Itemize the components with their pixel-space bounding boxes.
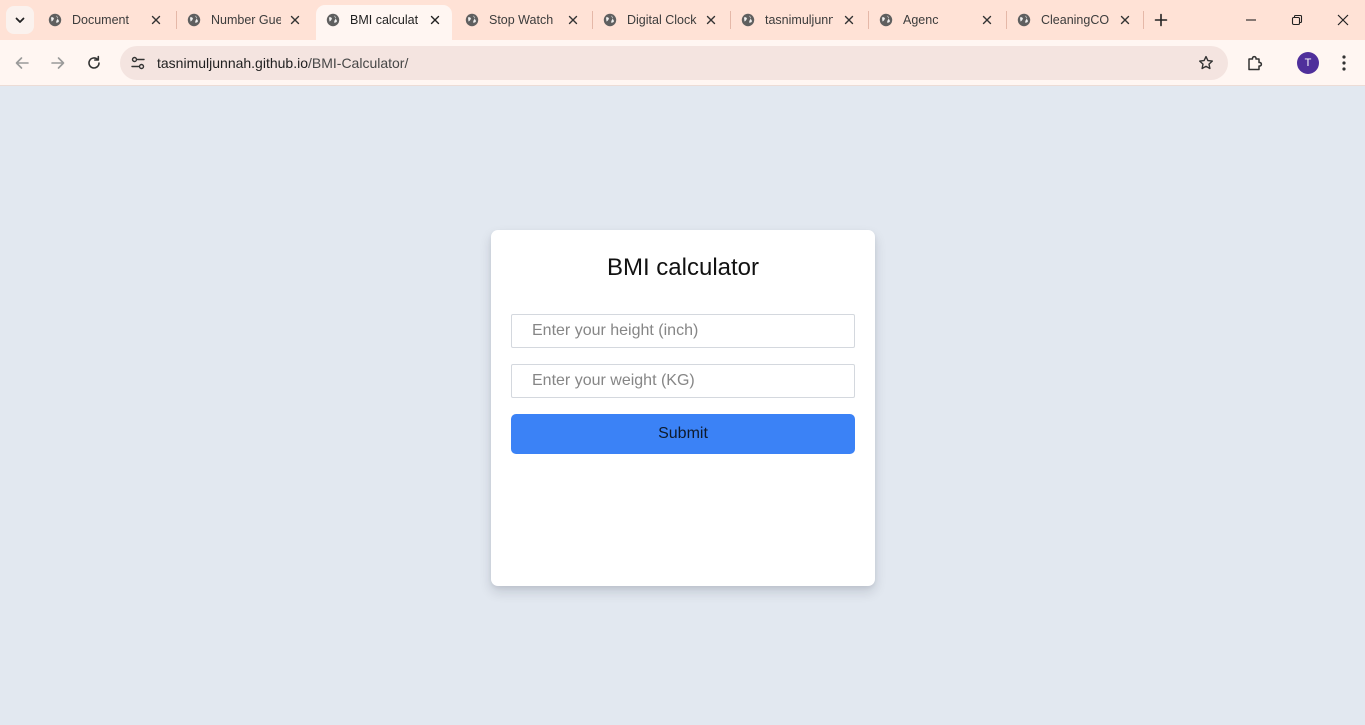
globe-icon: [603, 13, 617, 27]
close-tab-icon[interactable]: [841, 12, 857, 28]
close-window-button[interactable]: [1320, 0, 1365, 40]
forward-button[interactable]: [44, 49, 72, 77]
submit-button[interactable]: Submit: [511, 414, 855, 454]
globe-icon: [326, 13, 340, 27]
tab-tasnimuljunnah[interactable]: tasnimuljunn: [731, 0, 865, 40]
tab-strip: Document Number Gue BMI calculato Stop W…: [0, 0, 1365, 40]
close-tab-icon[interactable]: [565, 12, 581, 28]
globe-icon: [465, 13, 479, 27]
close-icon: [1337, 14, 1349, 26]
site-info-button[interactable]: [126, 51, 150, 75]
more-vertical-icon: [1342, 55, 1346, 71]
minimize-icon: [1246, 19, 1256, 21]
tab-cleaningco[interactable]: CleaningCO: [1007, 0, 1141, 40]
tab-title: CleaningCO: [1041, 13, 1110, 27]
globe-icon: [741, 13, 755, 27]
restore-icon: [1291, 14, 1303, 26]
page-title: BMI calculator: [606, 254, 760, 281]
plus-icon: [1154, 13, 1168, 27]
close-tab-icon[interactable]: [1117, 12, 1133, 28]
close-tab-icon[interactable]: [703, 12, 719, 28]
restore-button[interactable]: [1274, 0, 1320, 40]
bookmark-button[interactable]: [1196, 53, 1216, 73]
arrow-right-icon: [51, 57, 65, 69]
close-tab-icon[interactable]: [148, 12, 164, 28]
tab-stop-watch[interactable]: Stop Watch: [455, 0, 589, 40]
close-tab-icon[interactable]: [427, 12, 443, 28]
reload-icon: [88, 55, 100, 69]
bmi-calculator-card: BMI calculator Submit: [491, 230, 875, 586]
minimize-button[interactable]: [1228, 0, 1274, 40]
chevron-down-icon: [15, 17, 25, 23]
tab-number-guess[interactable]: Number Gue: [177, 0, 311, 40]
globe-icon: [879, 13, 893, 27]
url-path: /BMI-Calculator/: [308, 55, 409, 71]
globe-icon: [187, 13, 201, 27]
tab-title: BMI calculato: [350, 13, 418, 27]
tab-digital-clock[interactable]: Digital Clock: [593, 0, 727, 40]
tab-title: Stop Watch: [489, 13, 554, 27]
tab-separator: [1143, 11, 1144, 29]
weight-input[interactable]: [511, 364, 855, 398]
puzzle-icon: [1248, 55, 1263, 71]
close-tab-icon[interactable]: [287, 12, 303, 28]
tab-bmi-calculator[interactable]: BMI calculato: [316, 5, 452, 40]
globe-icon: [1017, 13, 1031, 27]
tab-search-button[interactable]: [6, 6, 34, 34]
profile-avatar[interactable]: T: [1297, 52, 1319, 74]
tab-title: tasnimuljunn: [765, 13, 833, 27]
url-host: tasnimuljunnah.github.io: [157, 55, 308, 71]
tab-title: Number Gue: [211, 13, 281, 27]
tune-icon: [131, 56, 145, 70]
star-icon: [1199, 55, 1213, 70]
tab-title: Digital Clock: [627, 13, 697, 27]
close-tab-icon[interactable]: [979, 12, 995, 28]
reload-button[interactable]: [80, 49, 108, 77]
extensions-button[interactable]: [1243, 51, 1267, 75]
browser-toolbar: tasnimuljunnah.github.io/BMI-Calculator/…: [0, 40, 1365, 86]
height-input[interactable]: [511, 314, 855, 348]
new-tab-button[interactable]: [1150, 9, 1172, 31]
back-button[interactable]: [8, 49, 36, 77]
address-bar[interactable]: tasnimuljunnah.github.io/BMI-Calculator/: [120, 46, 1228, 80]
arrow-left-icon: [15, 57, 29, 69]
tab-agency[interactable]: Agenc: [869, 0, 1003, 40]
browser-menu-button[interactable]: [1333, 51, 1355, 75]
url-text[interactable]: tasnimuljunnah.github.io/BMI-Calculator/: [157, 55, 408, 71]
globe-icon: [48, 13, 62, 27]
tab-title: Document: [72, 13, 129, 27]
tab-title: Agenc: [903, 13, 939, 27]
tab-document[interactable]: Document: [38, 0, 172, 40]
